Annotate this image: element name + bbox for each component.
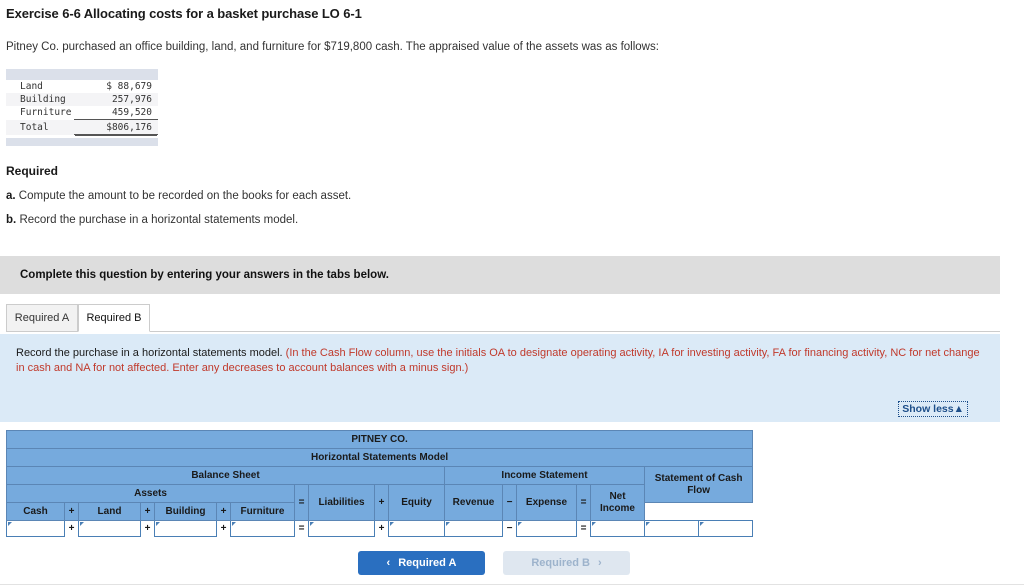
instruction-main: Record the purchase in a horizontal stat… <box>16 347 283 359</box>
cell-marker-icon <box>8 522 12 526</box>
appraisal-value-building: 257,976 <box>111 94 152 105</box>
appraisal-value-land: $ 88,679 <box>106 81 152 92</box>
tab-underline <box>6 331 1000 332</box>
table-bottom-band <box>6 138 158 146</box>
appraisal-label-furniture: Furniture <box>20 107 72 119</box>
column-cash: Cash <box>6 502 65 521</box>
input-furniture[interactable] <box>230 520 295 537</box>
cell-marker-icon <box>156 522 160 526</box>
cell-marker-icon <box>232 522 236 526</box>
operator-minus: − <box>502 484 517 521</box>
input-land[interactable] <box>78 520 141 537</box>
column-expense: Expense <box>516 484 577 521</box>
next-button-label: Required B <box>531 557 590 569</box>
group-balance-sheet: Balance Sheet <box>6 466 445 485</box>
operator-plus-equity: + <box>374 484 389 521</box>
appraisal-label-land: Land <box>20 81 43 92</box>
cell-marker-icon <box>446 522 450 526</box>
show-less-row: Show less▲ <box>0 400 1000 422</box>
instruction-panel: Record the purchase in a horizontal stat… <box>0 334 1000 400</box>
table-row-subtitle: Horizontal Statements Model <box>5 448 754 467</box>
column-furniture: Furniture <box>230 502 295 521</box>
operator-plus-equity-row: + <box>374 520 389 537</box>
prev-button-label: Required A <box>398 557 457 569</box>
exercise-prompt: Pitney Co. purchased an office building,… <box>6 41 659 53</box>
cell-marker-icon <box>390 522 394 526</box>
required-item-b: b. Record the purchase in a horizontal s… <box>6 214 1024 226</box>
operator-plus-building-row: + <box>140 520 155 537</box>
cell-marker-icon <box>310 522 314 526</box>
tab-required-b[interactable]: Required B <box>78 304 150 332</box>
operator-equals-bs-row: = <box>294 520 309 537</box>
cell-marker-icon <box>592 522 596 526</box>
operator-equals-bs: = <box>294 484 309 521</box>
operator-minus-row: − <box>502 520 517 537</box>
input-liabilities[interactable] <box>308 520 375 537</box>
operator-equals-is-row: = <box>576 520 591 537</box>
group-assets: Assets <box>6 484 295 503</box>
input-building[interactable] <box>154 520 217 537</box>
appraisal-table: Land $ 88,679 Building 257,976 Furniture… <box>6 69 158 146</box>
column-revenue: Revenue <box>444 484 503 521</box>
column-building: Building <box>154 502 217 521</box>
column-equity: Equity <box>388 484 445 521</box>
column-net-income: Net Income <box>590 484 645 521</box>
operator-plus-furniture: + <box>216 502 231 521</box>
appraisal-label-building: Building <box>20 94 66 105</box>
cell-marker-icon <box>80 522 84 526</box>
required-marker-b: b. <box>6 214 17 226</box>
operator-plus-land-row: + <box>64 520 79 537</box>
input-revenue[interactable] <box>444 520 503 537</box>
input-cash[interactable] <box>6 520 65 537</box>
operator-plus-furniture-row: + <box>216 520 231 537</box>
group-income-statement: Income Statement <box>444 466 645 485</box>
cell-marker-icon <box>518 522 522 526</box>
show-less-button[interactable]: Show less▲ <box>898 401 968 417</box>
required-text-b: Record the purchase in a horizontal stat… <box>19 214 299 226</box>
cell-marker-icon <box>700 522 704 526</box>
page-title: Exercise 6-6 Allocating costs for a bask… <box>6 6 362 21</box>
table-row-total: Total $806,176 <box>6 119 158 135</box>
input-equity[interactable] <box>388 520 445 537</box>
required-marker-a: a. <box>6 190 16 202</box>
input-cash-flow-amount[interactable] <box>644 520 699 537</box>
company-name: PITNEY CO. <box>5 430 754 449</box>
table-row: Building 257,976 <box>6 93 158 106</box>
tab-bar: Required A Required B <box>0 304 1000 334</box>
column-liabilities: Liabilities <box>308 484 375 521</box>
next-required-b-button[interactable]: Required B › <box>503 551 630 575</box>
appraisal-label-total: Total <box>20 122 49 133</box>
appraisal-value-furniture: 459,520 <box>74 106 158 120</box>
table-row-company: PITNEY CO. <box>5 430 754 449</box>
input-expense[interactable] <box>516 520 577 537</box>
operator-equals-is: = <box>576 484 591 521</box>
required-item-a: a. Compute the amount to be recorded on … <box>6 190 1024 202</box>
table-row-statement-groups: Balance Sheet Income Statement Statement… <box>6 466 754 503</box>
input-net-income[interactable] <box>590 520 645 537</box>
prev-required-a-button[interactable]: ‹ Required A <box>358 551 485 575</box>
required-heading: Required <box>6 164 59 178</box>
appraisal-value-total: $806,176 <box>74 119 158 135</box>
table-row-inputs: + + + = + − = <box>6 520 754 537</box>
operator-plus-land: + <box>64 502 79 521</box>
table-row-assets-group: Assets = Liabilities + Equity Revenue − … <box>6 484 753 521</box>
complete-question-banner: Complete this question by entering your … <box>0 256 1000 294</box>
complete-question-text: Complete this question by entering your … <box>20 269 389 281</box>
model-subtitle: Horizontal Statements Model <box>5 448 754 467</box>
operator-plus-building: + <box>140 502 155 521</box>
table-top-band <box>6 69 158 80</box>
input-cash-flow-code[interactable] <box>697 520 754 537</box>
cell-marker-icon <box>646 522 650 526</box>
column-land: Land <box>78 502 141 521</box>
table-row: Land $ 88,679 <box>6 80 158 93</box>
chevron-right-icon: › <box>598 557 602 569</box>
navigation-bar: ‹ Required A Required B › <box>0 551 1024 575</box>
table-row: Furniture 459,520 <box>6 106 158 120</box>
horizontal-statements-model: PITNEY CO. Horizontal Statements Model B… <box>5 430 1024 537</box>
tab-required-a[interactable]: Required A <box>6 304 78 332</box>
group-cash-flow: Statement of Cash Flow <box>643 466 754 503</box>
chevron-left-icon: ‹ <box>386 557 391 569</box>
required-text-a: Compute the amount to be recorded on the… <box>18 190 352 202</box>
